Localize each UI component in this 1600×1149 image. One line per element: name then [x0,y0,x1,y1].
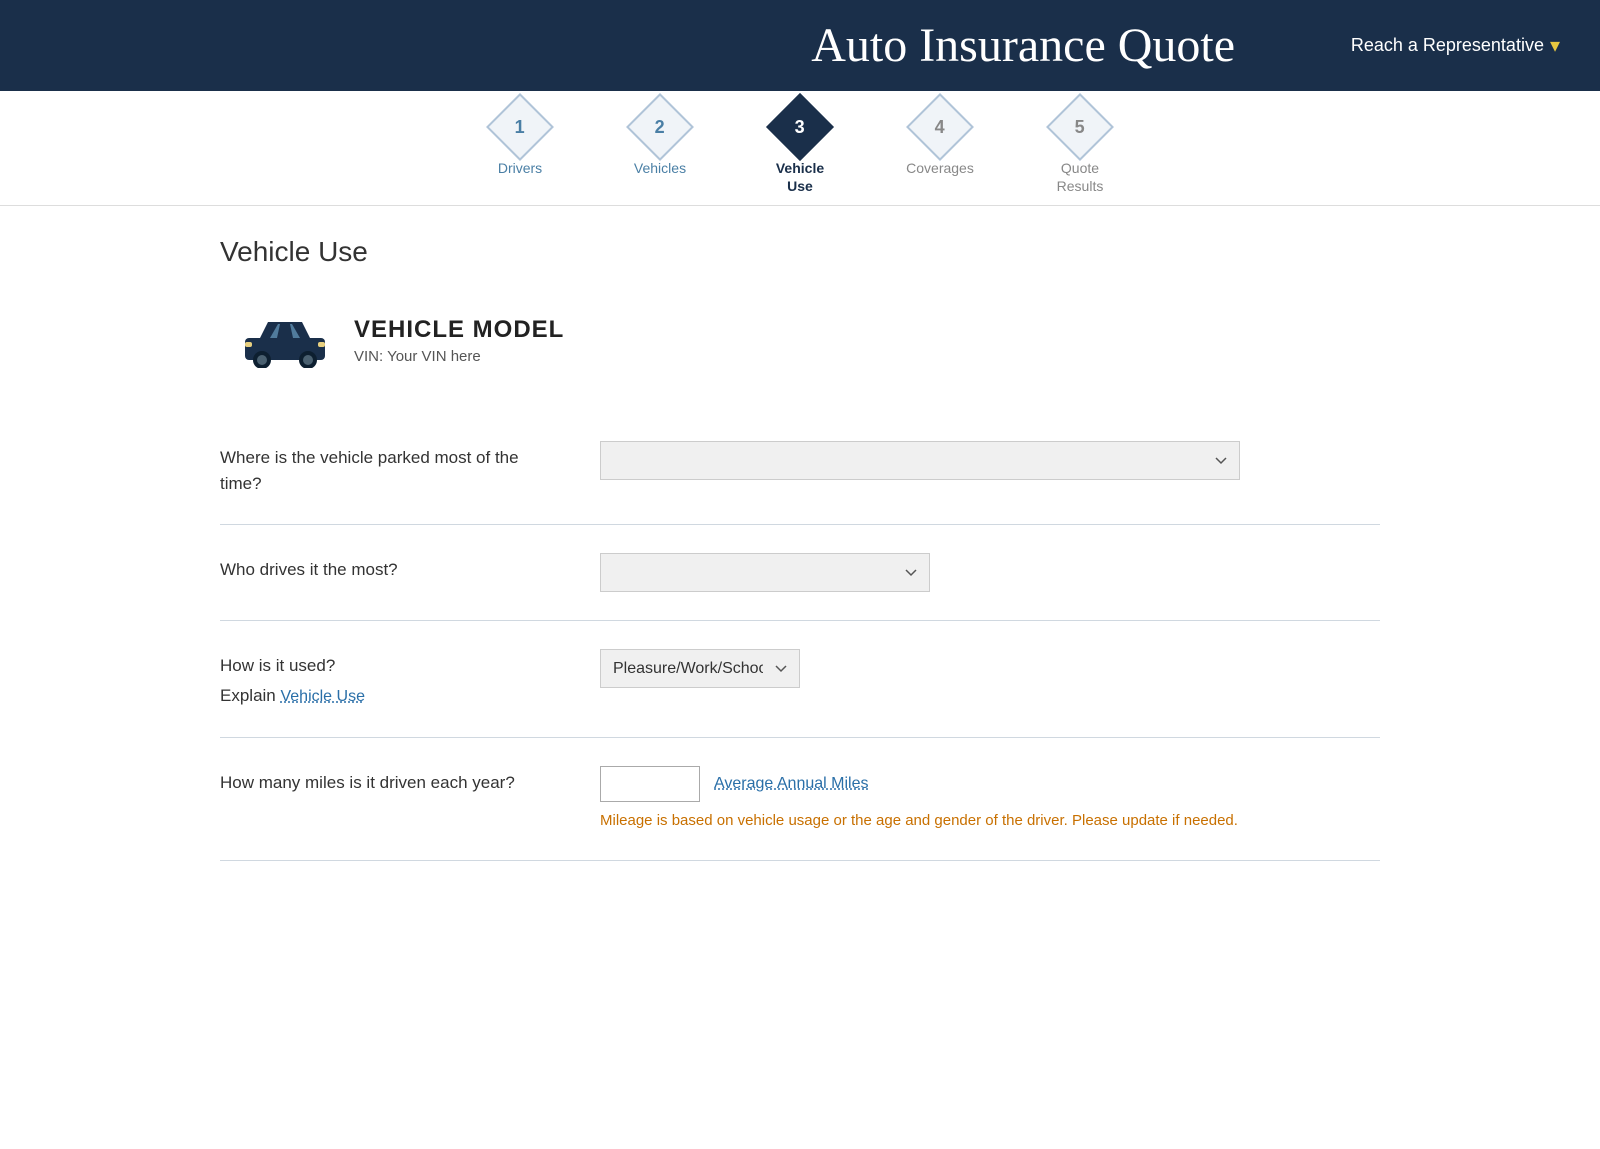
car-icon [240,308,330,373]
step-2-label: Vehicles [634,159,686,187]
step-4-label: Coverages [906,159,974,187]
chevron-down-icon: ▾ [1550,33,1560,58]
step-4-number: 4 [935,116,945,137]
vehicle-card: VEHICLE MODEL VIN: Your VIN here [220,308,1380,373]
step-2-vehicles[interactable]: 2 Vehicles [590,103,730,205]
mileage-row: How many miles is it driven each year? A… [220,738,1380,862]
step-4-diamond: 4 [906,93,974,161]
driver-control: Driver 1 Driver 2 [600,553,1380,592]
step-1-label: Drivers [498,159,542,187]
average-annual-miles-link[interactable]: Average Annual Miles [714,775,868,793]
vehicle-use-link[interactable]: Vehicle Use [280,688,365,705]
explain-area: Explain Vehicle Use [220,683,560,709]
mileage-input[interactable] [600,766,700,802]
vehicle-model-label: VEHICLE MODEL [354,316,564,344]
step-5-label: QuoteResults [1057,159,1104,205]
step-5-number: 5 [1075,116,1085,137]
step-1-drivers[interactable]: 1 Drivers [450,103,590,205]
step-1-number: 1 [515,116,525,137]
step-3-diamond: 3 [766,93,834,161]
usage-select[interactable]: Pleasure/Work/School Pleasure Work/Schoo… [600,649,800,688]
mileage-note: Mileage is based on vehicle usage or the… [600,810,1300,833]
usage-control: Pleasure/Work/School Pleasure Work/Schoo… [600,649,1380,688]
step-3-vehicle-use[interactable]: 3 VehicleUse [730,103,870,205]
parking-control: Garage Driveway Street [600,441,1380,480]
driver-label: Who drives it the most? [220,553,560,583]
driver-select[interactable]: Driver 1 Driver 2 [600,553,930,592]
page-header: Auto Insurance Quote Reach a Representat… [0,0,1600,91]
usage-label-area: How is it used? Explain Vehicle Use [220,649,560,709]
usage-row: How is it used? Explain Vehicle Use Plea… [220,621,1380,738]
reach-representative-button[interactable]: Reach a Representative ▾ [1351,33,1560,58]
step-2-number: 2 [655,116,665,137]
driver-row: Who drives it the most? Driver 1 Driver … [220,525,1380,621]
step-5-diamond: 5 [1046,93,1114,161]
parking-select[interactable]: Garage Driveway Street [600,441,1240,480]
usage-question: How is it used? [220,653,560,679]
step-3-label: VehicleUse [776,159,824,205]
parking-label: Where is the vehicle parked most of the … [220,441,560,496]
step-3-number: 3 [795,116,805,137]
steps-navigation: 1 Drivers 2 Vehicles 3 VehicleUse 4 Cove… [0,91,1600,206]
reach-rep-label: Reach a Representative [1351,35,1544,56]
miles-input-row: Average Annual Miles [600,766,1380,802]
vehicle-use-heading: Vehicle Use [220,236,1380,268]
step-4-coverages[interactable]: 4 Coverages [870,103,1010,205]
vehicle-info: VEHICLE MODEL VIN: Your VIN here [354,316,564,365]
step-5-quote-results[interactable]: 5 QuoteResults [1010,103,1150,205]
step-1-diamond: 1 [486,93,554,161]
mileage-control: Average Annual Miles Mileage is based on… [600,766,1380,833]
parking-row: Where is the vehicle parked most of the … [220,413,1380,525]
mileage-label: How many miles is it driven each year? [220,766,560,796]
main-content: Vehicle Use VE [160,206,1440,921]
explain-prefix: Explain [220,686,280,705]
step-2-diamond: 2 [626,93,694,161]
vehicle-vin-label: VIN: Your VIN here [354,348,564,365]
page-title: Auto Insurance Quote [695,18,1350,73]
